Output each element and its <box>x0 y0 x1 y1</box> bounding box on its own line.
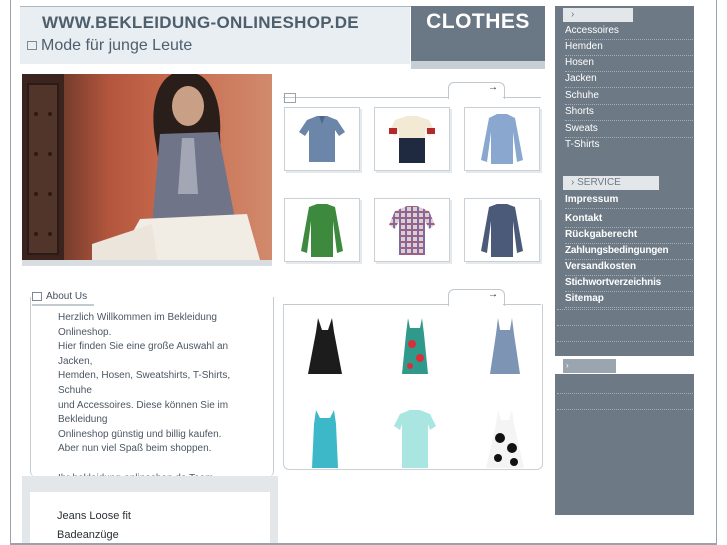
product-dress-black[interactable] <box>288 314 362 376</box>
product-shirt-denim[interactable] <box>464 198 540 262</box>
sidebar-item-versandkosten[interactable]: Versandkosten <box>565 260 693 276</box>
about-underline <box>32 304 94 306</box>
slogan: Mode für junge Leute <box>27 37 192 55</box>
product-dress-chambray[interactable] <box>468 314 542 376</box>
about-line: Hier finden Sie eine große Auswahl an <box>58 341 229 353</box>
bullet-icon <box>32 291 42 301</box>
sidebar-divider <box>557 392 693 394</box>
site-title[interactable]: WWW.BEKLEIDUNG-ONLINESHOP.DE <box>42 13 359 33</box>
service-heading-text: SERVICE <box>577 177 621 188</box>
bullet-icon <box>27 41 37 51</box>
sidebar-item-zahlungsbedingungen[interactable]: Zahlungsbedingungen <box>565 244 693 260</box>
product-shirt-plaid[interactable] <box>374 198 450 262</box>
product-shirt-blue-short[interactable] <box>284 107 360 171</box>
about-text: Herzlich Willkommen im Bekleidung Online… <box>58 311 258 486</box>
about-line: Aber nun viel Spaß beim shoppen. <box>58 443 212 455</box>
product-dress-white-floral[interactable] <box>468 406 542 468</box>
sidebar-item-hemden[interactable]: Hemden <box>565 40 693 56</box>
about-line: Hemden, Hosen, Sweatshirts, T-Shirts, <box>58 370 231 382</box>
sidebar-item-tshirts[interactable]: T-Shirts <box>565 138 693 153</box>
product-polo-navy[interactable] <box>374 107 450 171</box>
sidebar-item-kontakt[interactable]: Kontakt <box>565 212 693 228</box>
sidebar-item-impressum[interactable]: Impressum <box>565 193 693 209</box>
about-line: Onlineshop. <box>58 326 112 338</box>
sidebar-divider <box>557 308 693 310</box>
sidebar-item-sweats[interactable]: Sweats <box>565 122 693 138</box>
arrow-right-icon: → <box>488 82 498 93</box>
about-line: Herzlich Willkommen im Bekleidung <box>58 312 217 323</box>
about-heading-text: About Us <box>46 291 88 302</box>
link-list: Jeans Loose fit Badeanzüge <box>57 507 131 545</box>
panel-rule <box>283 97 448 98</box>
sidebar-item-shorts[interactable]: Shorts <box>565 105 693 121</box>
clothes-banner-label: CLOTHES <box>426 10 530 33</box>
sidebar-item-jacken[interactable]: Jacken <box>565 72 693 88</box>
sidebar-item-schuhe[interactable]: Schuhe <box>565 89 693 105</box>
product-top-teal[interactable] <box>288 406 362 468</box>
about-line: und Accessoires. Diese können Sie im <box>58 399 229 411</box>
sidebar-item-hosen[interactable]: Hosen <box>565 56 693 72</box>
product-shirt-green[interactable] <box>284 198 360 262</box>
slogan-text: Mode für junge Leute <box>41 37 193 54</box>
panel-rule <box>503 97 541 98</box>
service-heading: › SERVICE <box>563 176 659 190</box>
panel-icon <box>284 93 296 103</box>
sidebar-divider <box>557 340 693 342</box>
clothes-banner-strip <box>411 61 545 69</box>
about-line: Jacken, <box>58 355 93 367</box>
arrow-right-icon: → <box>488 289 498 300</box>
hero-shadow <box>22 260 272 266</box>
link-jeans-loose-fit[interactable]: Jeans Loose fit <box>57 507 131 526</box>
about-line: Bekleidung <box>58 414 108 426</box>
product-polo-aqua[interactable] <box>378 406 452 468</box>
sidebar-item-stichwortverzeichnis[interactable]: Stichwortverzeichnis <box>565 276 693 292</box>
product-shirt-light-blue[interactable] <box>464 107 540 171</box>
sidebar-empty-heading: › <box>563 359 616 373</box>
about-line: Schuhe <box>58 384 92 396</box>
category-heading: › BEKLEIDUNG <box>563 8 635 34</box>
sidebar-divider <box>557 324 693 326</box>
sidebar-item-accessoires[interactable]: Accessoires <box>565 24 693 40</box>
product-dress-floral[interactable] <box>378 314 452 376</box>
sidebar-item-sitemap[interactable]: Sitemap <box>565 292 693 308</box>
about-heading: About Us <box>32 291 87 302</box>
hero-image <box>22 74 272 260</box>
sidebar-item-rueckgaberecht[interactable]: Rückgaberecht <box>565 228 693 244</box>
sidebar-divider <box>557 408 693 410</box>
about-line: Onlineshop günstig und billig kaufen. <box>58 428 222 440</box>
shirts-more-tab[interactable]: → <box>448 82 505 99</box>
